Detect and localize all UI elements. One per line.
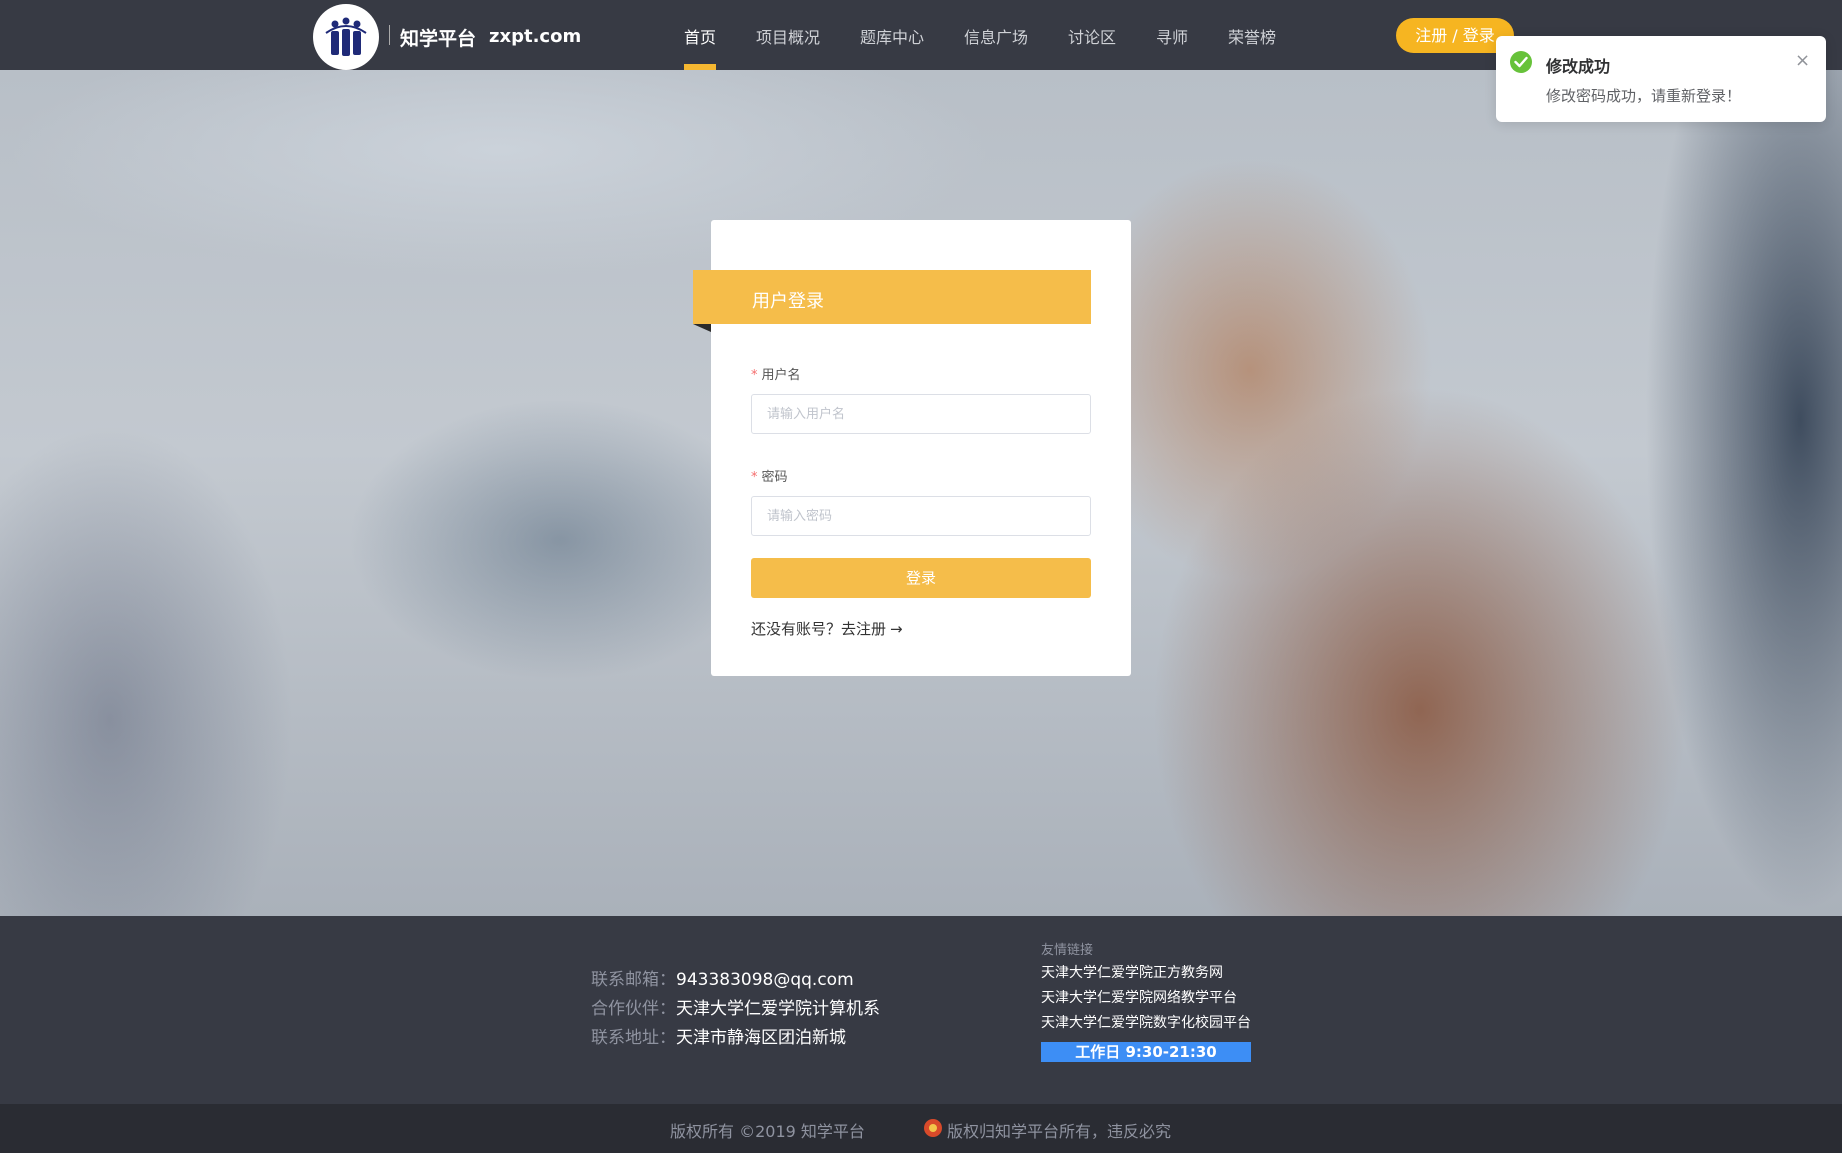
nav-honor-board[interactable]: 荣誉榜	[1228, 24, 1276, 48]
nav-discussion[interactable]: 讨论区	[1068, 24, 1116, 48]
nav-info-square[interactable]: 信息广场	[964, 24, 1028, 48]
check-circle-icon	[1510, 51, 1532, 73]
friend-link-teaching-platform[interactable]: 天津大学仁爱学院网络教学平台	[1041, 987, 1237, 1007]
brand-domain: zxpt.com	[489, 26, 582, 47]
nav-project-overview[interactable]: 项目概况	[756, 24, 820, 48]
success-notification: 修改成功 修改密码成功，请重新登录！ ×	[1496, 36, 1826, 122]
username-label: * 用户名	[751, 364, 801, 383]
password-input[interactable]	[751, 496, 1091, 536]
logo-divider	[389, 25, 390, 45]
go-register-link[interactable]: 还没有账号？去注册 →	[751, 618, 903, 639]
working-hours-badge: 工作日 9:30-21:30	[1041, 1042, 1251, 1062]
required-mark: *	[751, 368, 758, 383]
rights-notice: 版权归知学平台所有，违反必究	[947, 1122, 1172, 1141]
ribbon-fold	[693, 324, 711, 332]
nav-question-bank[interactable]: 题库中心	[860, 24, 924, 48]
police-badge-icon	[924, 1119, 942, 1137]
contact-address-value: 天津市静海区团泊新城	[676, 1028, 846, 1048]
friend-links-title: 友情链接	[1041, 943, 1094, 958]
contact-address: 联系地址：天津市静海区团泊新城	[591, 1023, 846, 1048]
logo[interactable]	[313, 4, 379, 70]
username-label-text: 用户名	[761, 368, 801, 383]
username-input[interactable]	[751, 394, 1091, 434]
login-title: 用户登录	[752, 291, 824, 312]
password-label-text: 密码	[761, 470, 788, 485]
copyright-text: 版权所有 ©2019 知学平台	[670, 1122, 865, 1141]
notification-title: 修改成功	[1546, 57, 1611, 76]
footer	[0, 916, 1842, 1104]
nav-find-teacher[interactable]: 寻师	[1156, 24, 1188, 48]
contact-partner-key: 合作伙伴：	[591, 999, 676, 1019]
required-mark: *	[751, 470, 758, 485]
arrow-right-icon: →	[890, 620, 903, 638]
logo-emblem-icon	[319, 10, 373, 64]
password-label: * 密码	[751, 466, 788, 485]
contact-email-value: 943383098@qq.com	[676, 970, 854, 990]
register-prompt: 还没有账号？去注册	[751, 620, 887, 638]
nav-home[interactable]: 首页	[684, 24, 716, 48]
copyright-bar	[0, 1104, 1842, 1153]
contact-email: 联系邮箱：943383098@qq.com	[591, 965, 854, 990]
friend-link-academic-affairs[interactable]: 天津大学仁爱学院正方教务网	[1041, 962, 1223, 982]
brand-name: 知学平台	[400, 28, 477, 50]
login-button[interactable]: 登录	[751, 558, 1091, 598]
contact-email-key: 联系邮箱：	[591, 970, 676, 990]
notification-message: 修改密码成功，请重新登录！	[1546, 87, 1742, 105]
close-icon[interactable]: ×	[1795, 50, 1810, 71]
friend-link-digital-campus[interactable]: 天津大学仁爱学院数字化校园平台	[1041, 1012, 1251, 1032]
contact-partner-value: 天津大学仁爱学院计算机系	[676, 999, 880, 1019]
contact-address-key: 联系地址：	[591, 1028, 676, 1048]
contact-partner: 合作伙伴：天津大学仁爱学院计算机系	[591, 994, 880, 1019]
nav-active-indicator	[684, 64, 716, 70]
